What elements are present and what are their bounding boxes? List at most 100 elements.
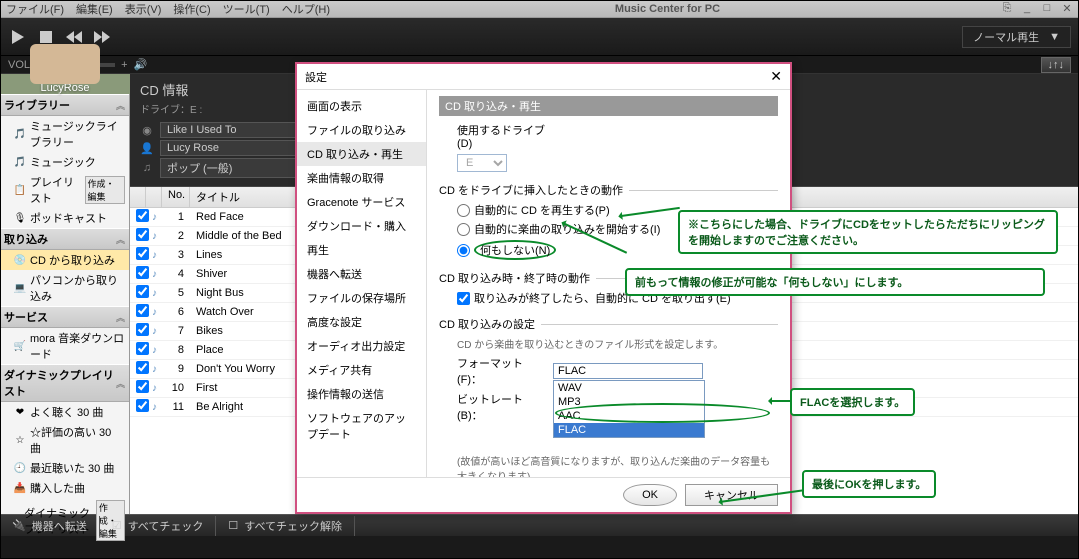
dlg-side-item[interactable]: ダウンロード・購入 [297,214,426,238]
status-bar: 🔌機器へ転送 ☑すべてチェック ☐すべてチェック解除 [0,514,1079,536]
format-select[interactable]: FLAC WAV MP3 AAC FLAC [553,363,703,379]
playlist-icon: 📋 [14,184,26,196]
playmode-select[interactable]: ノーマル再生▼ [962,26,1071,48]
maximize-icon[interactable]: □ [1039,2,1055,15]
row-no: 10 [162,381,190,395]
minimize-icon[interactable]: _ [1019,2,1035,15]
dialog-close-button[interactable]: ✕ [770,68,782,85]
album-art: LucyRose [0,74,130,94]
note-icon: ♪ [152,307,157,318]
chevron-down-icon: ▼ [1049,31,1060,43]
row-no: 11 [162,400,190,414]
restore-icon[interactable]: ⎘ [999,2,1015,15]
menu-view[interactable]: 表示(V) [119,1,168,17]
sidebar-item-fav30[interactable]: ❤よく聴く 30 曲 [0,402,129,422]
dynamic-header[interactable]: ダイナミックプレイリスト︽ [0,364,129,402]
dlg-side-item[interactable]: オーディオ出力設定 [297,334,426,358]
note-icon: ♪ [152,288,157,299]
row-no: 8 [162,343,190,357]
format-opt-flac[interactable]: FLAC [554,423,704,437]
note-icon: ♪ [152,212,157,223]
dlg-side-item[interactable]: 画面の表示 [297,94,426,118]
dlg-side-item[interactable]: ファイルの取り込み [297,118,426,142]
mute-icon[interactable]: 🔊 [134,58,148,71]
callout-b: 前もって情報の修正が可能な「何もしない」にします。 [625,268,1045,296]
sidebar-item-music-library[interactable]: 🎵ミュージックライブラリー [0,116,129,152]
star-icon: ☆ [14,434,26,446]
sidebar-item-import-pc[interactable]: 💻パソコンから取り込み [0,270,129,306]
menu-help[interactable]: ヘルプ(H) [276,1,336,17]
store-icon: 🛒 [14,340,26,352]
dlg-side-item[interactable]: 高度な設定 [297,310,426,334]
dlg-side-item[interactable]: ファイルの保存場所 [297,286,426,310]
uncheck-all-button[interactable]: ☐すべてチェック解除 [216,516,355,536]
collapse-icon: ︽ [116,99,125,112]
disc-icon: ◉ [140,124,154,137]
menu-operate[interactable]: 操作(C) [167,1,216,17]
sidebar-item-rated30[interactable]: ☆☆評価の高い 30 曲 [0,422,129,458]
library-header[interactable]: ライブラリー︽ [0,94,129,116]
music-icon: 🎵 [14,156,26,168]
dlg-side-item[interactable]: 操作情報の送信 [297,382,426,406]
format-opt-wav[interactable]: WAV [554,381,704,395]
music-icon: 🎵 [14,128,26,140]
row-no: 4 [162,267,190,281]
clock-icon: 🕘 [14,462,26,474]
row-no: 6 [162,305,190,319]
disc-title-field[interactable]: Like I Used To [160,122,300,138]
drive-select[interactable]: E [457,154,507,172]
pc-icon: 💻 [14,282,26,294]
sidebar-item-recent30[interactable]: 🕘最近聴いた 30 曲 [0,458,129,478]
import-header[interactable]: 取り込み︽ [0,228,129,250]
note-icon: ♪ [152,345,157,356]
service-header[interactable]: サービス︽ [0,306,129,328]
menu-edit[interactable]: 編集(E) [70,1,119,17]
dlg-side-item[interactable]: CD 取り込み・再生 [297,142,426,166]
dialog-sidebar: 画面の表示ファイルの取り込みCD 取り込み・再生楽曲情報の取得Gracenote… [297,90,427,477]
sidebar-item-music[interactable]: 🎵ミュージック [0,152,129,172]
volume-plus[interactable]: + [121,59,127,71]
sidebar-item-purchased[interactable]: 📥購入した曲 [0,478,129,498]
dlg-side-item[interactable]: 再生 [297,238,426,262]
window-controls: ⎘ _ □ ✕ [999,2,1079,15]
rip-label: CD 取り込みの設定 [439,316,535,332]
transfer-button[interactable]: 🔌機器へ転送 [0,516,100,536]
row-no: 9 [162,362,190,376]
note-icon: ♪ [152,250,157,261]
dlg-side-item[interactable]: ソフトウェアのアップデート [297,406,426,446]
genre-field[interactable]: ポップ (一般) [160,158,300,178]
ok-button[interactable]: OK [623,484,677,506]
note-icon: ♪ [152,402,157,413]
sidebar: LucyRose ライブラリー︽ 🎵ミュージックライブラリー 🎵ミュージック 📋… [0,74,130,514]
row-no: 3 [162,248,190,262]
dialog-title: 設定 [305,69,770,85]
sidebar-item-mora[interactable]: 🛒mora 音楽ダウンロード [0,328,129,364]
col-no[interactable]: No. [162,187,190,207]
app-menu: ファイル(F) 編集(E) 表示(V) 操作(C) ツール(T) ヘルプ(H) [0,1,336,17]
sidebar-item-playlist[interactable]: 📋プレイリスト作成・編集 [0,172,129,208]
dlg-side-item[interactable]: 楽曲情報の取得 [297,166,426,190]
dlg-side-item[interactable]: Gracenote サービス [297,190,426,214]
bitrate-note: (故値が高いほど高音質になりますが、取り込んだ楽曲のデータ容量も大きくなります) [457,453,778,477]
artist-field[interactable]: Lucy Rose [160,140,300,156]
close-icon[interactable]: ✕ [1059,2,1075,15]
row-no: 7 [162,324,190,338]
genre-icon: ♫ [140,162,154,174]
format-label: フォーマット(F)： [457,355,547,387]
sidebar-item-podcast[interactable]: 🎙ポッドキャスト [0,208,129,228]
note-icon: ♪ [152,231,157,242]
menu-file[interactable]: ファイル(F) [0,1,70,17]
cd-icon: 💿 [14,254,26,266]
menu-tools[interactable]: ツール(T) [217,1,276,17]
play-button[interactable] [8,27,28,47]
titlebar: ファイル(F) 編集(E) 表示(V) 操作(C) ツール(T) ヘルプ(H) … [0,0,1079,18]
player-bar: ノーマル再生▼ [0,18,1079,56]
playlist-edit-button[interactable]: 作成・編集 [85,176,125,204]
callout-a: ※こちらにした場合、ドライブにCDをセットしたらただちにリッピングを開始しますの… [678,210,1058,254]
sidebar-item-import-cd[interactable]: 💿CD から取り込み [0,250,129,270]
dlg-side-item[interactable]: メディア共有 [297,358,426,382]
check-all-button[interactable]: ☑すべてチェック [100,516,217,536]
end-label: CD 取り込み時・終了時の動作 [439,270,590,286]
dlg-side-item[interactable]: 機器へ転送 [297,262,426,286]
sort-button[interactable]: ↓↑↓ [1041,57,1072,73]
